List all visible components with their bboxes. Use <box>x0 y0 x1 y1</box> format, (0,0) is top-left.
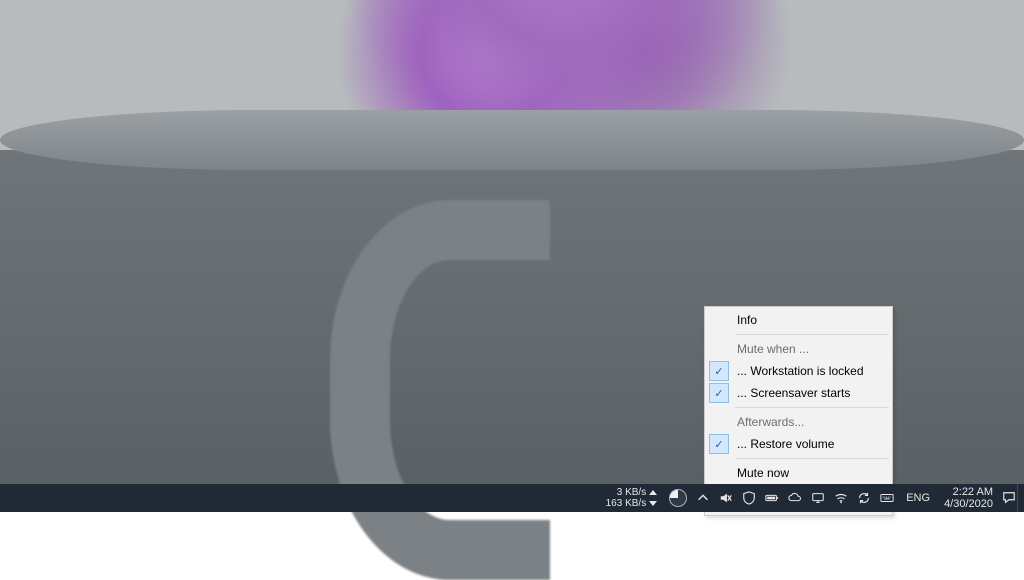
clock-time: 2:22 AM <box>944 486 993 498</box>
check-icon: ✓ <box>709 361 729 381</box>
volume-muted-icon[interactable] <box>719 491 733 505</box>
arrow-up-icon <box>649 490 657 495</box>
menu-label-workstation-locked: ... Workstation is locked <box>731 364 890 378</box>
battery-icon[interactable] <box>765 491 779 505</box>
menu-separator <box>735 334 889 335</box>
check-icon: ✓ <box>709 383 729 403</box>
tray-overflow-icon[interactable] <box>696 491 710 505</box>
check-icon: ✓ <box>709 434 729 454</box>
defender-icon[interactable] <box>742 491 756 505</box>
onedrive-icon[interactable] <box>788 491 802 505</box>
taskbar-clock[interactable]: 2:22 AM 4/30/2020 <box>936 486 1001 510</box>
network-speed-indicator[interactable]: 3 KB/s 163 KB/s <box>606 487 658 509</box>
menu-header-mute-when: Mute when ... <box>707 338 890 360</box>
taskbar: 3 KB/s 163 KB/s <box>0 484 1024 512</box>
wallpaper-mug-handle <box>330 200 550 580</box>
sync-icon[interactable] <box>857 491 871 505</box>
system-tray <box>663 489 900 507</box>
net-down-value: 163 KB/s <box>606 498 647 509</box>
menu-label-restore-volume: ... Restore volume <box>731 437 890 451</box>
menu-separator <box>735 458 889 459</box>
disk-usage-icon[interactable] <box>669 489 687 507</box>
network-icon[interactable] <box>811 491 825 505</box>
menu-label-info: Info <box>731 313 890 327</box>
menu-item-screensaver-starts[interactable]: ✓ ... Screensaver starts <box>707 382 890 404</box>
menu-item-info[interactable]: Info <box>707 309 890 331</box>
menu-item-restore-volume[interactable]: ✓ ... Restore volume <box>707 433 890 455</box>
menu-header-afterwards: Afterwards... <box>707 411 890 433</box>
language-indicator[interactable]: ENG <box>900 492 936 504</box>
menu-label-screensaver-starts: ... Screensaver starts <box>731 386 890 400</box>
action-center-icon[interactable] <box>1001 491 1017 505</box>
menu-separator <box>735 407 889 408</box>
menu-label-mute-now: Mute now <box>731 466 890 480</box>
arrow-down-icon <box>649 501 657 506</box>
keyboard-icon[interactable] <box>880 491 894 505</box>
menu-item-mute-now[interactable]: Mute now <box>707 462 890 484</box>
show-desktop-button[interactable] <box>1017 484 1024 512</box>
menu-item-workstation-locked[interactable]: ✓ ... Workstation is locked <box>707 360 890 382</box>
net-up-value: 3 KB/s <box>617 487 646 498</box>
clock-date: 4/30/2020 <box>944 498 993 510</box>
wifi-icon[interactable] <box>834 491 848 505</box>
